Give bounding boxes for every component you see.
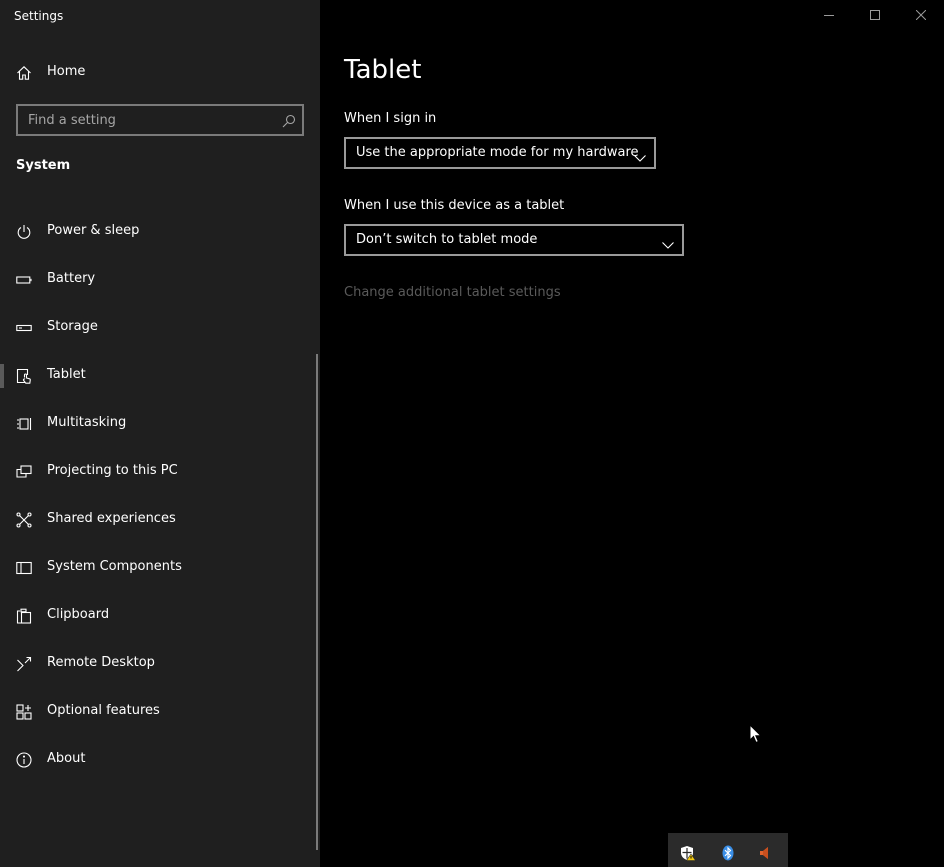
storage-icon [16, 320, 32, 336]
sidebar-item-multitasking[interactable]: Multitasking [0, 400, 316, 448]
sidebar-item-power-sleep[interactable]: Power & sleep [0, 208, 316, 256]
sidebar-item-tablet[interactable]: Tablet [0, 352, 316, 400]
sidebar-item-label: Projecting to this PC [47, 463, 178, 478]
clipboard-icon [16, 608, 32, 624]
optional-features-icon [16, 704, 32, 720]
chevron-down-icon [662, 235, 674, 249]
minimize-button[interactable] [806, 0, 852, 32]
home-label: Home [47, 64, 86, 79]
search-box[interactable] [16, 104, 304, 136]
sidebar-item-projecting[interactable]: Projecting to this PC [0, 448, 316, 496]
sign-in-dropdown-value: Use the appropriate mode for my hardware [356, 145, 639, 160]
sidebar-item-label: Remote Desktop [47, 655, 155, 670]
sidebar: Settings Home System [0, 0, 320, 867]
main-content: Tablet When I sign in Use the appropriat… [320, 0, 944, 867]
sidebar-nav: Power & sleep Battery Storage Tablet Mul… [0, 208, 316, 784]
sidebar-item-shared-experiences[interactable]: Shared experiences [0, 496, 316, 544]
close-button[interactable] [898, 0, 944, 32]
sidebar-item-label: Shared experiences [47, 511, 176, 526]
tablet-use-dropdown[interactable]: Don’t switch to tablet mode [344, 224, 684, 256]
about-icon [16, 752, 32, 768]
search-input[interactable] [18, 106, 278, 134]
tablet-use-label: When I use this device as a tablet [344, 198, 565, 213]
remote-desktop-icon [16, 656, 32, 672]
sidebar-item-clipboard[interactable]: Clipboard [0, 592, 316, 640]
sidebar-item-battery[interactable]: Battery [0, 256, 316, 304]
sign-in-label: When I sign in [344, 111, 437, 126]
sidebar-item-label: About [47, 751, 86, 766]
page-title: Tablet [344, 55, 422, 85]
sidebar-item-label: Clipboard [47, 607, 110, 622]
sidebar-item-label: Multitasking [47, 415, 127, 430]
close-icon [916, 10, 926, 20]
sidebar-item-optional-features[interactable]: Optional features [0, 688, 316, 736]
battery-icon [16, 272, 32, 288]
window-controls [806, 0, 944, 32]
sidebar-item-label: Optional features [47, 703, 160, 718]
security-warning-icon[interactable] [680, 845, 697, 861]
system-components-icon [16, 560, 32, 576]
section-title: System [16, 158, 71, 173]
projecting-icon [16, 464, 32, 480]
settings-window: Settings Home System [0, 0, 944, 867]
power-icon [16, 224, 32, 240]
sidebar-home[interactable]: Home [0, 57, 320, 89]
volume-muted-icon[interactable] [758, 845, 774, 861]
sidebar-item-storage[interactable]: Storage [0, 304, 316, 352]
selection-indicator [0, 364, 4, 388]
sidebar-item-remote-desktop[interactable]: Remote Desktop [0, 640, 316, 688]
sidebar-item-about[interactable]: About [0, 736, 316, 784]
tablet-use-dropdown-value: Don’t switch to tablet mode [356, 232, 538, 247]
mouse-cursor-icon [749, 723, 763, 744]
minimize-icon [824, 15, 834, 16]
multitasking-icon [16, 416, 32, 432]
sidebar-scrollbar[interactable] [316, 354, 318, 850]
sidebar-item-system-components[interactable]: System Components [0, 544, 316, 592]
sidebar-item-label: Storage [47, 319, 98, 334]
system-tray [668, 833, 788, 867]
sidebar-item-label: Power & sleep [47, 223, 140, 238]
maximize-button[interactable] [852, 0, 898, 32]
tablet-icon [16, 368, 32, 384]
app-title: Settings [14, 9, 64, 23]
sidebar-item-label: Tablet [47, 367, 86, 382]
sidebar-item-label: System Components [47, 559, 182, 574]
sidebar-item-label: Battery [47, 271, 96, 286]
shared-experiences-icon [16, 512, 32, 528]
search-icon[interactable] [282, 113, 296, 128]
home-icon [16, 65, 32, 81]
sign-in-dropdown[interactable]: Use the appropriate mode for my hardware [344, 137, 656, 169]
additional-tablet-settings-link[interactable]: Change additional tablet settings [344, 285, 561, 300]
bluetooth-icon[interactable] [720, 845, 736, 861]
maximize-icon [870, 10, 880, 20]
chevron-down-icon [634, 148, 646, 162]
